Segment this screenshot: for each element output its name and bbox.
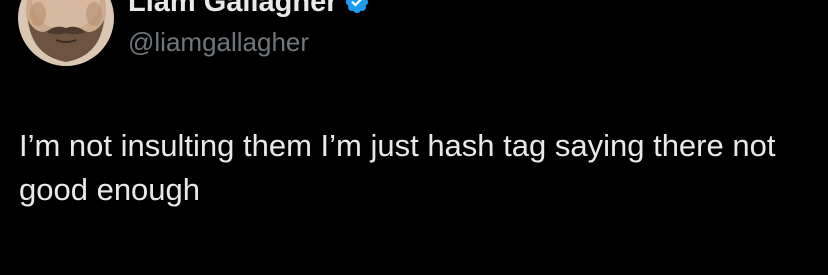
author-name-row[interactable]: Liam Gallagher [128, 0, 370, 18]
verified-badge-icon [344, 0, 370, 15]
author-avatar[interactable] [18, 0, 114, 66]
author-handle[interactable]: @liamgallagher [128, 27, 309, 58]
avatar-photo-icon [18, 0, 114, 66]
author-display-name[interactable]: Liam Gallagher [128, 0, 338, 19]
tweet-text: I’m not insulting them I’m just hash tag… [19, 128, 776, 207]
tweet: Liam Gallagher @liamgallagher I’m not in… [0, 0, 828, 275]
